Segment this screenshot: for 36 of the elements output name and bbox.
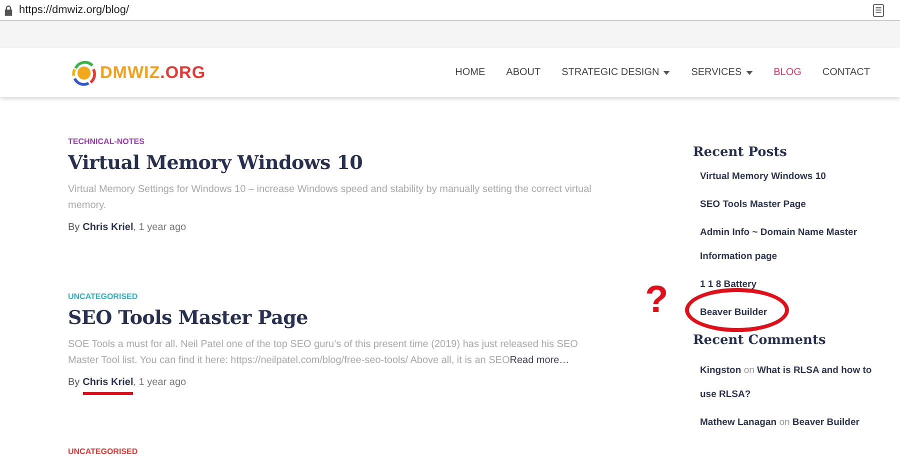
recent-post-link[interactable]: SEO Tools Master Page (700, 193, 870, 217)
post-title[interactable]: Virtual Memory Windows 10 (68, 152, 603, 174)
caret-icon (663, 70, 670, 74)
nav-link[interactable]: HOME (455, 67, 486, 78)
reader-icon[interactable] (873, 4, 884, 16)
post-excerpt: Virtual Memory Settings for Windows 10 – increase Windows speed and stability by manually setting the correct virtual memory. (68, 183, 592, 213)
recent-comment: Mathew Lanagan on Beaver Builder (700, 416, 860, 430)
byline-prefix: By (68, 222, 80, 233)
nav-link[interactable]: CONTACT (822, 67, 870, 78)
lock-icon (4, 4, 13, 16)
post-date: , 1 year ago (133, 377, 186, 388)
post-title[interactable]: SEO Tools Master Page (68, 307, 603, 329)
recent-comment: Kingston on What is RLSA and how to use RLSA? (700, 364, 873, 402)
post-excerpt: SOE Tools a must for all. Neil Patel one of the top SEO guru’s of this present time (2019) has just released his SEO Master Tool list. You can find it here: https://neilpatel.com/blog/free-seo-tools/ Above all, it is an SEORead more… (68, 338, 579, 368)
author-link[interactable]: Chris Kriel (82, 222, 134, 240)
logo-icon[interactable] (70, 58, 98, 86)
logo-text[interactable]: DMWIZ.ORG (100, 62, 206, 82)
post-date: , 1 year ago (133, 222, 186, 233)
caret-icon (746, 70, 753, 74)
url-text[interactable]: https://dmwiz.org/blog/ (19, 4, 130, 16)
byline-prefix: By (68, 377, 80, 388)
category-label[interactable]: UNCATEGORISED (68, 447, 603, 456)
nav-link[interactable]: BLOG (774, 67, 802, 78)
recent-post-link[interactable]: 1 1 8 Battery (700, 273, 870, 297)
category-label[interactable]: TECHNICAL-NOTES (68, 137, 603, 146)
recent-post-link[interactable]: Beaver Builder (700, 301, 870, 325)
nav-link[interactable]: ABOUT (506, 67, 541, 78)
read-more-link[interactable]: Read more… (510, 355, 570, 366)
nav-link[interactable]: SERVICES (691, 67, 753, 78)
widget-heading: Recent Comments (693, 333, 827, 348)
recent-post-link[interactable]: Virtual Memory Windows 10 (700, 165, 870, 189)
question-mark: ? (645, 279, 668, 322)
recent-post-link[interactable]: Admin Info ~ Domain Name Master Information page (700, 221, 870, 269)
author-link[interactable]: Chris Kriel (82, 377, 134, 395)
widget-heading: Recent Posts (693, 145, 788, 160)
nav-link[interactable]: STRATEGIC DESIGN (562, 67, 670, 78)
